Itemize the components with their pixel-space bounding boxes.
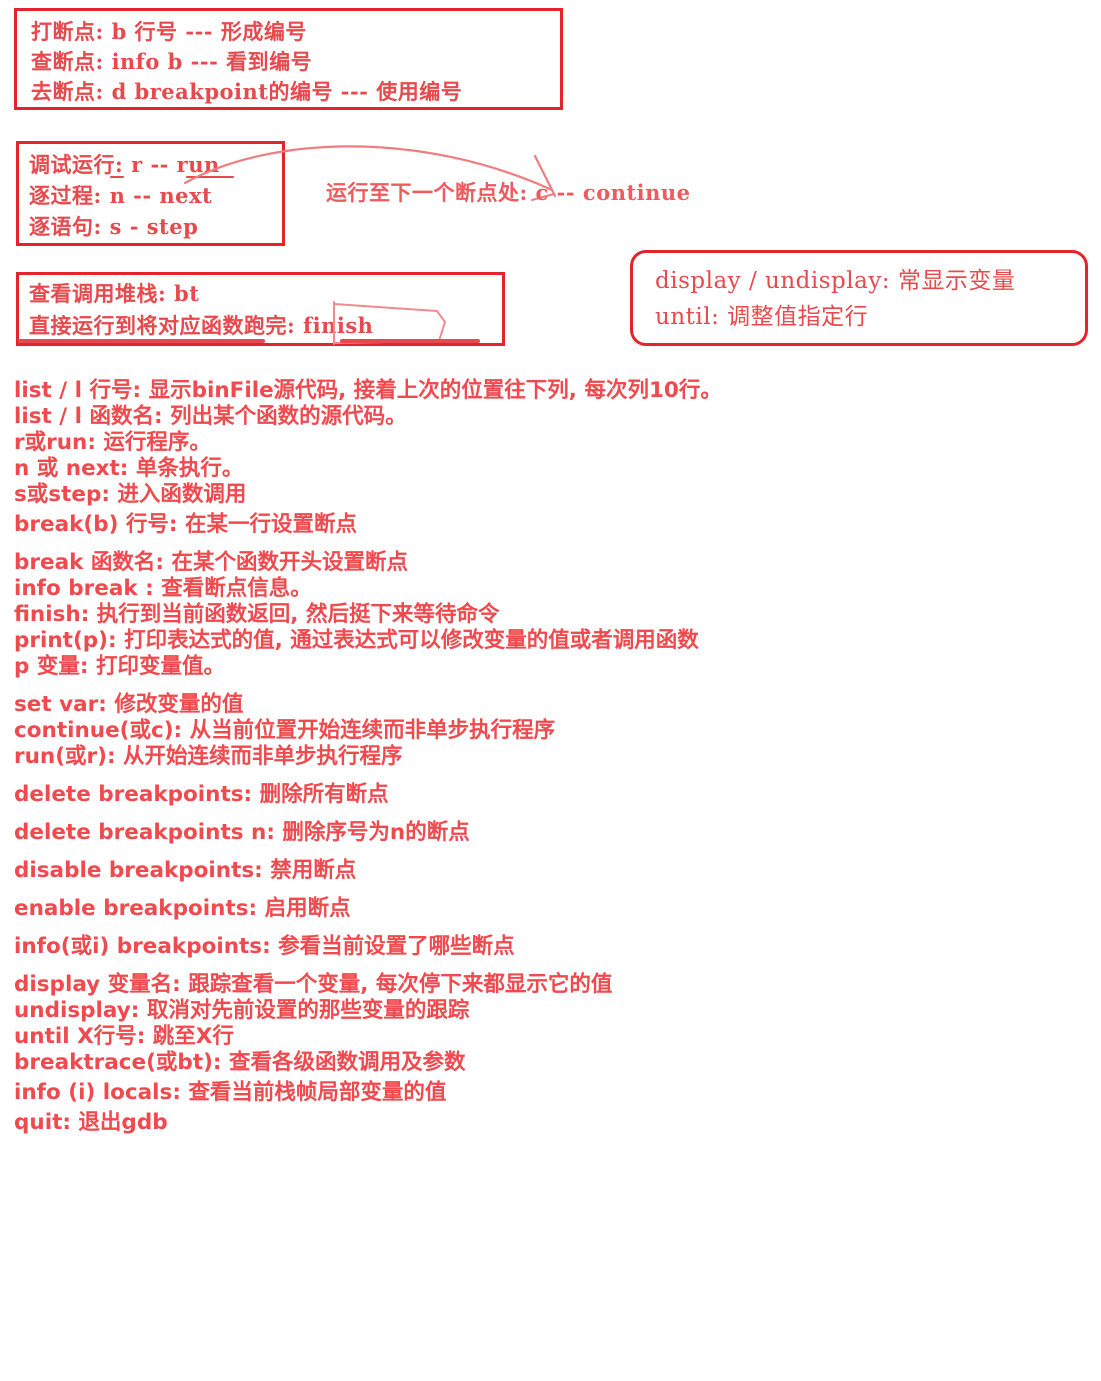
run-step-box-line-3: 逐语句: s - step [29, 214, 199, 239]
gdb-command-list: list / l 行号: 显示binFile源代码, 接着上次的位置往下列, 每… [14, 378, 1094, 1136]
command-line: finish: 执行到当前函数返回, 然后挺下来等待命令 [14, 602, 500, 627]
note-canvas: 打断点: b 行号 --- 形成编号 查断点: info b --- 看到编号 … [0, 0, 1101, 1381]
command-line: display 变量名: 跟踪查看一个变量, 每次停下来都显示它的值 [14, 972, 613, 997]
command-line: until X行号: 跳至X行 [14, 1024, 234, 1049]
backtrace-box: 查看调用堆栈: bt 直接运行到将对应函数跑完: finish [16, 272, 505, 346]
command-line: delete breakpoints: 删除所有断点 [14, 782, 389, 807]
display-until-box-line-2: until: 调整值指定行 [655, 304, 869, 330]
command-line: breaktrace(或bt): 查看各级函数调用及参数 [14, 1050, 466, 1075]
command-line: p 变量: 打印变量值。 [14, 654, 225, 679]
display-until-box-line-1: display / undisplay: 常显示变量 [655, 268, 1016, 294]
command-line: list / l 行号: 显示binFile源代码, 接着上次的位置往下列, 每… [14, 378, 722, 403]
run-step-box: 调试运行: r -- run 逐过程: n -- next 逐语句: s - s… [16, 141, 285, 246]
command-line: info(或i) breakpoints: 参看当前设置了哪些断点 [14, 934, 515, 959]
backtrace-box-line-2: 直接运行到将对应函数跑完: finish [29, 313, 374, 338]
continue-annotation: 运行至下一个断点处: c -- continue [326, 180, 691, 205]
command-line: break 函数名: 在某个函数开头设置断点 [14, 550, 408, 575]
underline-run [186, 176, 234, 178]
display-until-box: display / undisplay: 常显示变量 until: 调整值指定行 [630, 250, 1088, 346]
command-line: print(p): 打印表达式的值, 通过表达式可以修改变量的值或者调用函数 [14, 628, 699, 653]
command-line: disable breakpoints: 禁用断点 [14, 858, 357, 883]
command-line: enable breakpoints: 启用断点 [14, 896, 351, 921]
command-line: set var: 修改变量的值 [14, 692, 244, 717]
command-line: n 或 next: 单条执行。 [14, 456, 244, 481]
run-step-box-line-2: 逐过程: n -- next [29, 183, 213, 208]
underline-stroke-left [18, 339, 265, 343]
command-line: continue(或c): 从当前位置开始连续而非单步执行程序 [14, 718, 556, 743]
breakpoint-box-line-1: 打断点: b 行号 --- 形成编号 [31, 19, 307, 44]
run-step-box-line-1: 调试运行: r -- run [29, 152, 220, 177]
command-line: list / l 函数名: 列出某个函数的源代码。 [14, 404, 407, 429]
command-line: r或run: 运行程序。 [14, 430, 211, 455]
breakpoint-box-line-3: 去断点: d breakpoint的编号 --- 使用编号 [31, 79, 463, 104]
underline-stroke-right [340, 339, 480, 343]
breakpoint-box-line-2: 查断点: info b --- 看到编号 [31, 49, 313, 74]
breakpoint-box: 打断点: b 行号 --- 形成编号 查断点: info b --- 看到编号 … [14, 8, 563, 110]
underline-r [110, 176, 124, 178]
backtrace-box-line-1: 查看调用堆栈: bt [29, 281, 200, 306]
command-line: s或step: 进入函数调用 [14, 482, 247, 507]
command-line: undisplay: 取消对先前设置的那些变量的跟踪 [14, 998, 470, 1023]
command-line: info break : 查看断点信息。 [14, 576, 312, 601]
command-line: info (i) locals: 查看当前栈帧局部变量的值 [14, 1080, 447, 1105]
command-line: break(b) 行号: 在某一行设置断点 [14, 512, 357, 537]
command-line: delete breakpoints n: 删除序号为n的断点 [14, 820, 470, 845]
command-line: run(或r): 从开始连续而非单步执行程序 [14, 744, 403, 769]
command-line: quit: 退出gdb [14, 1110, 168, 1135]
